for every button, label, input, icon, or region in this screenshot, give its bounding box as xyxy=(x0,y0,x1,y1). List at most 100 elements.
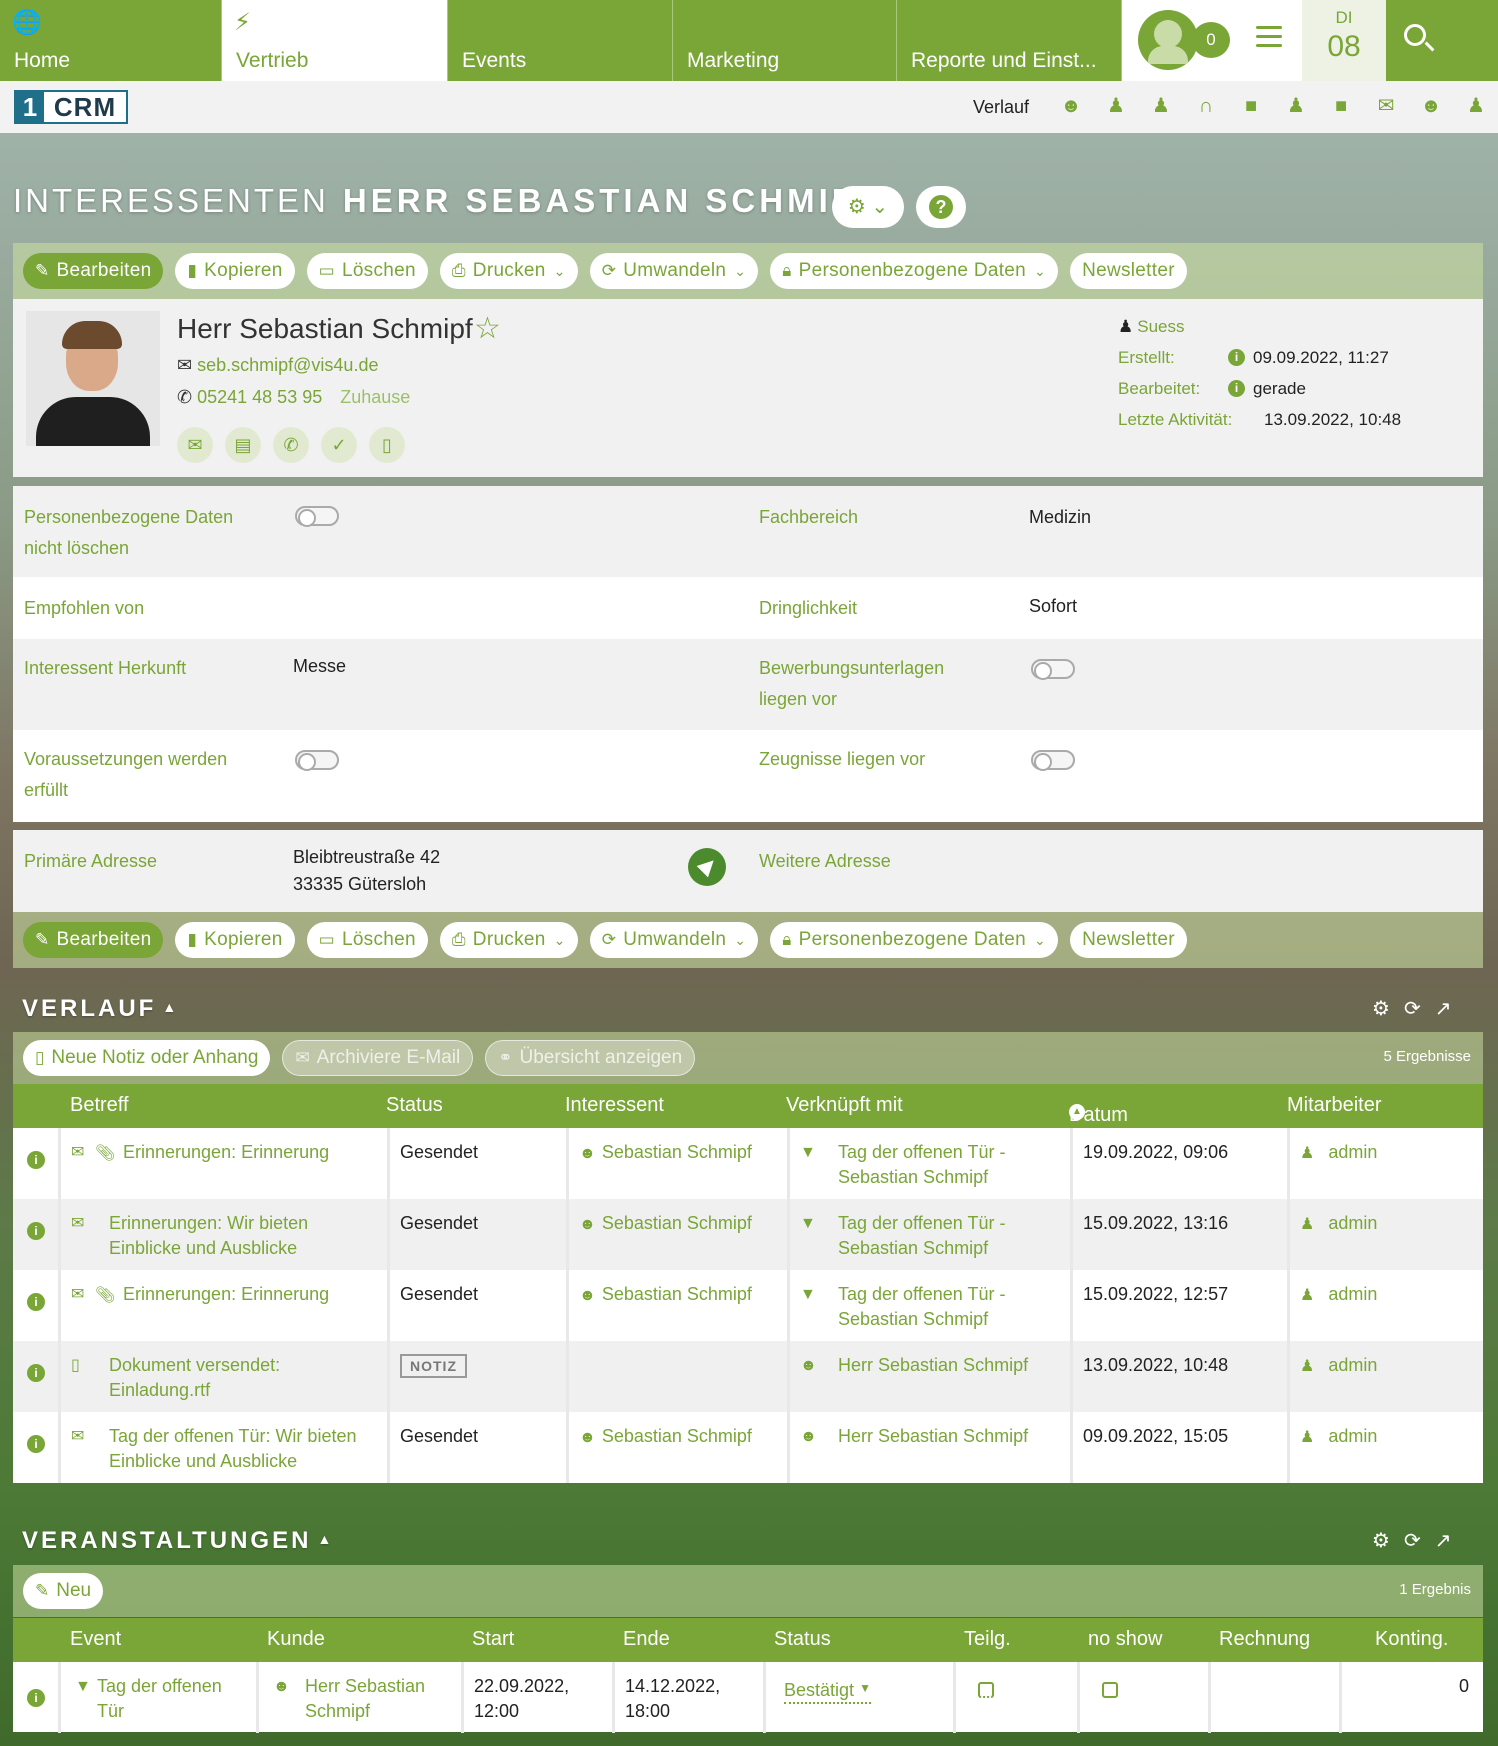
info-icon[interactable]: i xyxy=(13,1341,61,1412)
lead-link[interactable] xyxy=(569,1341,790,1412)
search-button[interactable] xyxy=(1386,0,1471,81)
no-show-checkbox[interactable] xyxy=(1080,1662,1211,1733)
print-button[interactable]: ⎙ Drucken ⌄ xyxy=(439,253,578,289)
history-section-title[interactable]: VERLAUF ▲ xyxy=(22,995,179,1023)
newsletter-button[interactable]: Newsletter xyxy=(1070,253,1187,289)
subject-link[interactable]: ✉ Erinnerungen: Wir bieten Einblicke und… xyxy=(61,1199,390,1270)
event-link[interactable]: ▼ Tag der offenen Tür xyxy=(61,1662,259,1733)
mail-icon[interactable]: ✉ xyxy=(1373,93,1399,119)
external-link-icon[interactable]: ↗ xyxy=(1435,1528,1452,1553)
table-row[interactable]: i ▼ Tag der offenen Tür ☻ Herr Sebastian S… xyxy=(13,1662,1483,1733)
table-row[interactable]: i ✉ Erinnerungen: Wir bieten Einblicke u… xyxy=(13,1199,1483,1270)
subject-link[interactable]: ✉ Tag der offenen Tür: Wir bieten Einbli… xyxy=(61,1412,390,1483)
requirements-toggle[interactable] xyxy=(295,750,339,771)
notification-badge[interactable]: 0 xyxy=(1192,22,1230,58)
tab-marketing[interactable]: Marketing xyxy=(673,0,897,81)
edit-button[interactable]: ✎ Bearbeiten xyxy=(23,253,164,289)
column-header[interactable]: Rechnung xyxy=(1219,1628,1310,1651)
settings-dropdown-button[interactable]: ⚙ ⌄ xyxy=(832,186,904,228)
column-header[interactable]: Mitarbeiter xyxy=(1287,1094,1381,1117)
related-link[interactable]: ▼ Tag der offenen Tür - Sebastian Schmip… xyxy=(790,1270,1073,1341)
column-header[interactable]: Event xyxy=(70,1628,121,1651)
newsletter-button[interactable]: Newsletter xyxy=(1070,922,1187,958)
customer-link[interactable]: ☻ Herr Sebastian Schmipf xyxy=(259,1662,464,1733)
table-row[interactable]: i ✉ Tag der offenen Tür: Wir bieten Einb… xyxy=(13,1412,1483,1483)
info-icon[interactable]: i xyxy=(13,1412,61,1483)
documents-toggle[interactable] xyxy=(1031,659,1075,680)
external-link-icon[interactable]: ↗ xyxy=(1435,996,1452,1021)
column-header[interactable]: Start xyxy=(472,1628,514,1651)
related-link[interactable]: ▼ Tag der offenen Tür - Sebastian Schmip… xyxy=(790,1128,1073,1199)
document-icon[interactable]: ▯ xyxy=(369,427,405,463)
user-link[interactable]: ♟ admin xyxy=(1290,1341,1483,1412)
new-event-button[interactable]: ✎ Neu xyxy=(23,1573,104,1609)
no-delete-toggle[interactable] xyxy=(295,506,339,527)
delete-button[interactable]: ▭ Löschen xyxy=(306,922,428,958)
print-button[interactable]: ⎙ Drucken ⌄ xyxy=(439,922,578,958)
phone-link[interactable]: ✆ 05241 48 53 95 Zuhause xyxy=(177,387,410,408)
refresh-icon[interactable]: ⟳ xyxy=(1404,996,1421,1021)
table-row[interactable]: i ✉ 📎︎ Erinnerungen: Erinnerung Gesendet … xyxy=(13,1128,1483,1199)
lead-link[interactable]: ☻ Sebastian Schmipf xyxy=(569,1199,790,1270)
column-header[interactable]: Teilg. xyxy=(964,1628,1011,1651)
convert-button[interactable]: ⟳ Umwandeln ⌄ xyxy=(589,253,759,289)
edit-button[interactable]: ✎ Bearbeiten xyxy=(23,922,164,958)
book-icon[interactable]: ■ xyxy=(1238,93,1264,119)
info-icon[interactable]: i xyxy=(13,1199,61,1270)
column-header[interactable]: Betreff xyxy=(70,1094,129,1117)
info-icon[interactable]: i xyxy=(1228,349,1245,366)
user-link[interactable]: ♟ admin xyxy=(1290,1199,1483,1270)
check-circle-icon[interactable]: ✓ xyxy=(321,427,357,463)
column-header[interactable]: no show xyxy=(1088,1628,1163,1651)
column-header[interactable]: Verknüpft mit xyxy=(786,1094,903,1117)
column-header[interactable]: Interessent xyxy=(565,1094,664,1117)
tab-reports-settings[interactable]: Reporte und Einst... xyxy=(897,0,1122,81)
gear-icon[interactable]: ⚙ xyxy=(1372,996,1390,1021)
user-link[interactable]: ♟ admin xyxy=(1290,1128,1483,1199)
magnet-icon[interactable]: ∩ xyxy=(1193,93,1219,119)
personal-data-button[interactable]: 🔒︎ Personenbezogene Daten ⌄ xyxy=(770,922,1059,958)
subject-link[interactable]: ▯ Dokument versendet: Einladung.rtf xyxy=(61,1341,390,1412)
email-link[interactable]: ✉ seb.schmipf@vis4u.de xyxy=(177,355,378,376)
delete-button[interactable]: ▭ Löschen xyxy=(306,253,428,289)
events-section-title[interactable]: VERANSTALTUNGEN ▲ xyxy=(22,1527,334,1555)
user-menu[interactable]: 0 xyxy=(1122,0,1302,81)
column-header[interactable]: Konting. xyxy=(1375,1628,1448,1651)
navigate-icon[interactable] xyxy=(688,848,726,886)
tab-vertrieb[interactable]: ⚡︎ Vertrieb xyxy=(222,0,448,81)
info-icon[interactable]: i xyxy=(13,1128,61,1199)
smiley-icon[interactable]: ☻ xyxy=(1058,93,1084,119)
info-icon[interactable]: i xyxy=(13,1662,61,1733)
certificates-toggle[interactable] xyxy=(1031,750,1075,771)
copy-button[interactable]: ▮ Kopieren xyxy=(175,922,295,958)
archive-email-button[interactable]: ✉ Archiviere E-Mail xyxy=(282,1040,474,1076)
column-header[interactable]: Status xyxy=(774,1628,831,1651)
menu-icon[interactable] xyxy=(1256,26,1282,53)
person-icon[interactable]: ♟ xyxy=(1283,93,1309,119)
person-icon[interactable]: ♟ xyxy=(1103,93,1129,119)
table-row[interactable]: i ▯ Dokument versendet: Einladung.rtf NO… xyxy=(13,1341,1483,1412)
person-icon[interactable]: ♟ xyxy=(1148,93,1174,119)
new-note-button[interactable]: ▯ Neue Notiz oder Anhang xyxy=(23,1040,271,1076)
presentation-icon[interactable]: ▤ xyxy=(225,427,261,463)
lead-link[interactable]: ☻ Sebastian Schmipf xyxy=(569,1128,790,1199)
user-link[interactable]: ♟ admin xyxy=(1290,1270,1483,1341)
book-icon[interactable]: ■ xyxy=(1328,93,1354,119)
info-icon[interactable]: i xyxy=(1228,380,1245,397)
help-button[interactable]: ? xyxy=(916,186,966,228)
column-header[interactable]: Ende xyxy=(623,1628,670,1651)
convert-button[interactable]: ⟳ Umwandeln ⌄ xyxy=(589,922,759,958)
attended-checkbox[interactable] xyxy=(956,1662,1080,1733)
gear-icon[interactable]: ⚙ xyxy=(1372,1528,1390,1553)
avatar[interactable] xyxy=(1138,10,1198,70)
assigned-user-link[interactable]: Suess xyxy=(1137,317,1184,337)
smiley-icon[interactable]: ☻ xyxy=(1418,93,1444,119)
subject-link[interactable]: ✉ 📎︎ Erinnerungen: Erinnerung xyxy=(61,1128,390,1199)
lead-link[interactable]: ☻ Sebastian Schmipf xyxy=(569,1412,790,1483)
lead-link[interactable]: ☻ Sebastian Schmipf xyxy=(569,1270,790,1341)
related-link[interactable]: ☻ Herr Sebastian Schmipf xyxy=(790,1341,1073,1412)
column-header[interactable]: Kunde xyxy=(267,1628,325,1651)
tab-events[interactable]: Events xyxy=(448,0,673,81)
column-header[interactable]: Status xyxy=(386,1094,443,1117)
status-select[interactable]: Bestätigt ▼ xyxy=(766,1662,956,1733)
